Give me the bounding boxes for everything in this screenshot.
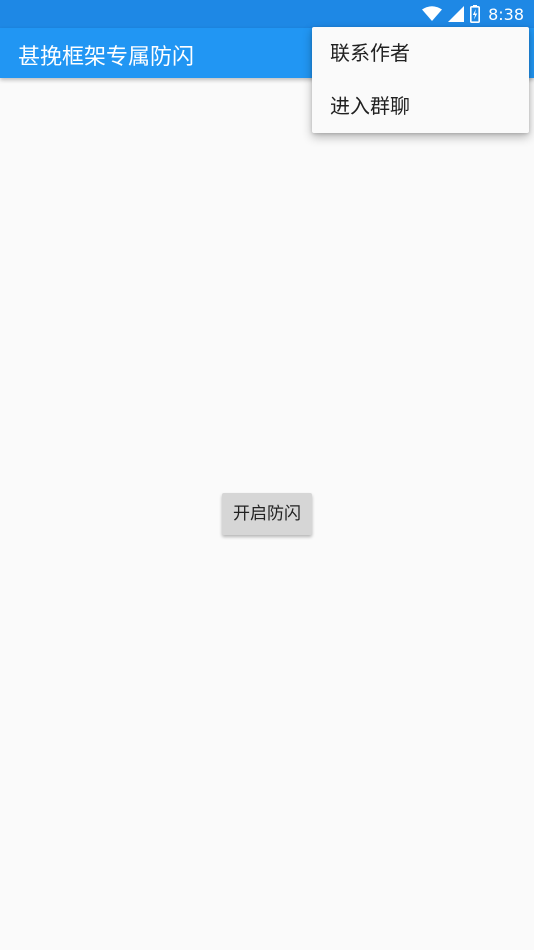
wifi-icon (422, 6, 443, 22)
status-time: 8:38 (488, 4, 524, 24)
page-title: 甚挽框架专属防闪 (18, 45, 195, 70)
menu-item-contact-author[interactable]: 联系作者 (312, 27, 529, 80)
enable-anti-flash-button[interactable]: 开启防闪 (222, 493, 312, 535)
battery-charging-icon (470, 5, 481, 23)
main-content: 开启防闪 (0, 78, 534, 950)
status-icons: 8:38 (422, 3, 524, 25)
menu-item-join-group-chat[interactable]: 进入群聊 (312, 80, 529, 133)
status-bar: 8:38 (0, 0, 534, 28)
overflow-menu: 联系作者 进入群聊 (312, 27, 529, 133)
cell-signal-icon (448, 6, 465, 22)
